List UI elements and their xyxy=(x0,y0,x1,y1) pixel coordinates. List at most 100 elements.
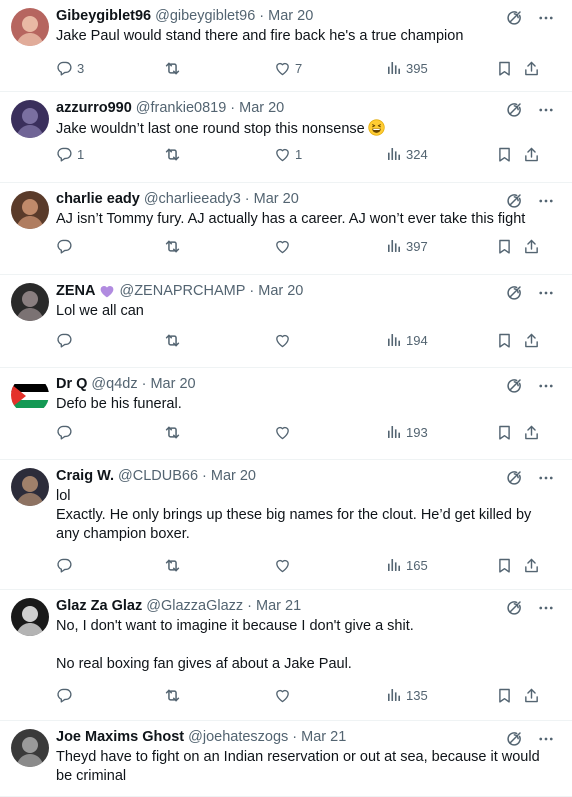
share-button[interactable] xyxy=(523,236,540,256)
user-handle[interactable]: @charlieeady3 xyxy=(144,191,241,207)
more-icon[interactable] xyxy=(536,468,556,488)
display-name[interactable]: Joe Maxims Ghost xyxy=(56,729,184,745)
more-icon[interactable] xyxy=(536,729,556,749)
tweet[interactable]: ZENA @ZENAPRCHAMP · Mar 20 Lol we all can 194 xyxy=(0,275,572,368)
retweet-button[interactable] xyxy=(163,422,186,442)
views-button[interactable]: 194 xyxy=(386,330,428,350)
display-name[interactable]: charlie eady xyxy=(56,191,140,207)
retweet-button[interactable] xyxy=(163,685,186,705)
avatar[interactable] xyxy=(11,729,49,767)
display-name[interactable]: ZENA xyxy=(56,283,95,299)
user-handle[interactable]: @q4dz xyxy=(91,376,137,392)
like-button[interactable] xyxy=(274,330,295,350)
grok-icon[interactable] xyxy=(504,191,524,211)
tweet[interactable]: Gibeygiblet96 @gibeygiblet96 · Mar 20 Jake P… xyxy=(0,0,572,92)
tweet[interactable]: Dr Q @q4dz · Mar 20 Defo be his funeral. 193 xyxy=(0,368,572,460)
timestamp[interactable]: Mar 20 xyxy=(239,100,284,116)
share-button[interactable] xyxy=(523,330,540,350)
avatar[interactable] xyxy=(11,283,49,321)
display-name[interactable]: Glaz Za Glaz xyxy=(56,598,142,614)
views-button[interactable]: 395 xyxy=(386,58,428,78)
avatar[interactable] xyxy=(11,376,49,414)
retweet-button[interactable] xyxy=(163,144,186,164)
user-handle[interactable]: @ZENAPRCHAMP xyxy=(119,283,245,299)
views-button[interactable]: 193 xyxy=(386,422,428,442)
more-icon[interactable] xyxy=(536,191,556,211)
bookmark-button[interactable] xyxy=(496,330,513,350)
more-icon[interactable] xyxy=(536,100,556,120)
tweet[interactable]: Craig W. @CLDUB66 · Mar 20 lol Exactly. He on… xyxy=(0,460,572,590)
avatar[interactable] xyxy=(11,468,49,506)
avatar[interactable] xyxy=(11,8,49,46)
reply-button[interactable]: 3 xyxy=(56,58,84,78)
like-button[interactable]: 1 xyxy=(274,144,302,164)
retweet-button[interactable] xyxy=(163,330,186,350)
views-button[interactable]: 165 xyxy=(386,555,428,575)
share-button[interactable] xyxy=(523,555,540,575)
separator-dot: · xyxy=(249,283,255,299)
user-handle[interactable]: @CLDUB66 xyxy=(118,468,198,484)
bookmark-button[interactable] xyxy=(496,58,513,78)
grok-icon[interactable] xyxy=(504,283,524,303)
grok-icon[interactable] xyxy=(504,729,524,749)
share-button[interactable] xyxy=(523,685,540,705)
avatar[interactable] xyxy=(11,598,49,636)
share-button[interactable] xyxy=(523,422,540,442)
like-button[interactable]: 7 xyxy=(274,58,302,78)
views-button[interactable]: 397 xyxy=(386,236,428,256)
tweet-top-actions xyxy=(504,376,556,396)
reply-button[interactable] xyxy=(56,555,77,575)
timestamp[interactable]: Mar 21 xyxy=(256,598,301,614)
like-button[interactable] xyxy=(274,236,295,256)
views-button[interactable]: 135 xyxy=(386,685,428,705)
bookmark-button[interactable] xyxy=(496,144,513,164)
display-name[interactable]: azzurro990 xyxy=(56,100,132,116)
grok-icon[interactable] xyxy=(504,376,524,396)
reply-button[interactable]: 1 xyxy=(56,144,84,164)
display-name[interactable]: Gibeygiblet96 xyxy=(56,8,151,24)
retweet-button[interactable] xyxy=(163,236,186,256)
user-handle[interactable]: @GlazzaGlazz xyxy=(146,598,243,614)
more-icon[interactable] xyxy=(536,283,556,303)
reply-button[interactable] xyxy=(56,330,77,350)
timestamp[interactable]: Mar 20 xyxy=(254,191,299,207)
timestamp[interactable]: Mar 20 xyxy=(150,376,195,392)
grok-icon[interactable] xyxy=(504,598,524,618)
retweet-button[interactable] xyxy=(163,555,186,575)
share-button[interactable] xyxy=(523,144,540,164)
more-icon[interactable] xyxy=(536,376,556,396)
tweet[interactable]: Joe Maxims Ghost @joehateszogs · Mar 21 They… xyxy=(0,721,572,797)
reply-button[interactable] xyxy=(56,422,77,442)
bookmark-button[interactable] xyxy=(496,422,513,442)
retweet-button[interactable] xyxy=(163,58,186,78)
like-button[interactable] xyxy=(274,685,295,705)
bookmark-button[interactable] xyxy=(496,555,513,575)
more-icon[interactable] xyxy=(536,8,556,28)
tweet[interactable]: Glaz Za Glaz @GlazzaGlazz · Mar 21 No, I don… xyxy=(0,590,572,721)
grok-icon[interactable] xyxy=(504,468,524,488)
tweet[interactable]: azzurro990 @frankie0819 · Mar 20 Jake wouldn… xyxy=(0,92,572,183)
reply-button[interactable] xyxy=(56,236,77,256)
user-handle[interactable]: @joehateszogs xyxy=(188,729,288,745)
user-handle[interactable]: @gibeygiblet96 xyxy=(155,8,255,24)
display-name[interactable]: Craig W. xyxy=(56,468,114,484)
timestamp[interactable]: Mar 21 xyxy=(301,729,346,745)
grok-icon[interactable] xyxy=(504,8,524,28)
more-icon[interactable] xyxy=(536,598,556,618)
bookmark-button[interactable] xyxy=(496,236,513,256)
like-button[interactable] xyxy=(274,555,295,575)
reply-button[interactable] xyxy=(56,685,77,705)
timestamp[interactable]: Mar 20 xyxy=(268,8,313,24)
like-button[interactable] xyxy=(274,422,295,442)
bookmark-button[interactable] xyxy=(496,685,513,705)
avatar[interactable] xyxy=(11,191,49,229)
timestamp[interactable]: Mar 20 xyxy=(211,468,256,484)
views-button[interactable]: 324 xyxy=(386,144,428,164)
display-name[interactable]: Dr Q xyxy=(56,376,87,392)
avatar[interactable] xyxy=(11,100,49,138)
grok-icon[interactable] xyxy=(504,100,524,120)
tweet[interactable]: charlie eady @charlieeady3 · Mar 20 AJ isn’t… xyxy=(0,183,572,275)
share-button[interactable] xyxy=(523,58,540,78)
timestamp[interactable]: Mar 20 xyxy=(258,283,303,299)
user-handle[interactable]: @frankie0819 xyxy=(136,100,227,116)
